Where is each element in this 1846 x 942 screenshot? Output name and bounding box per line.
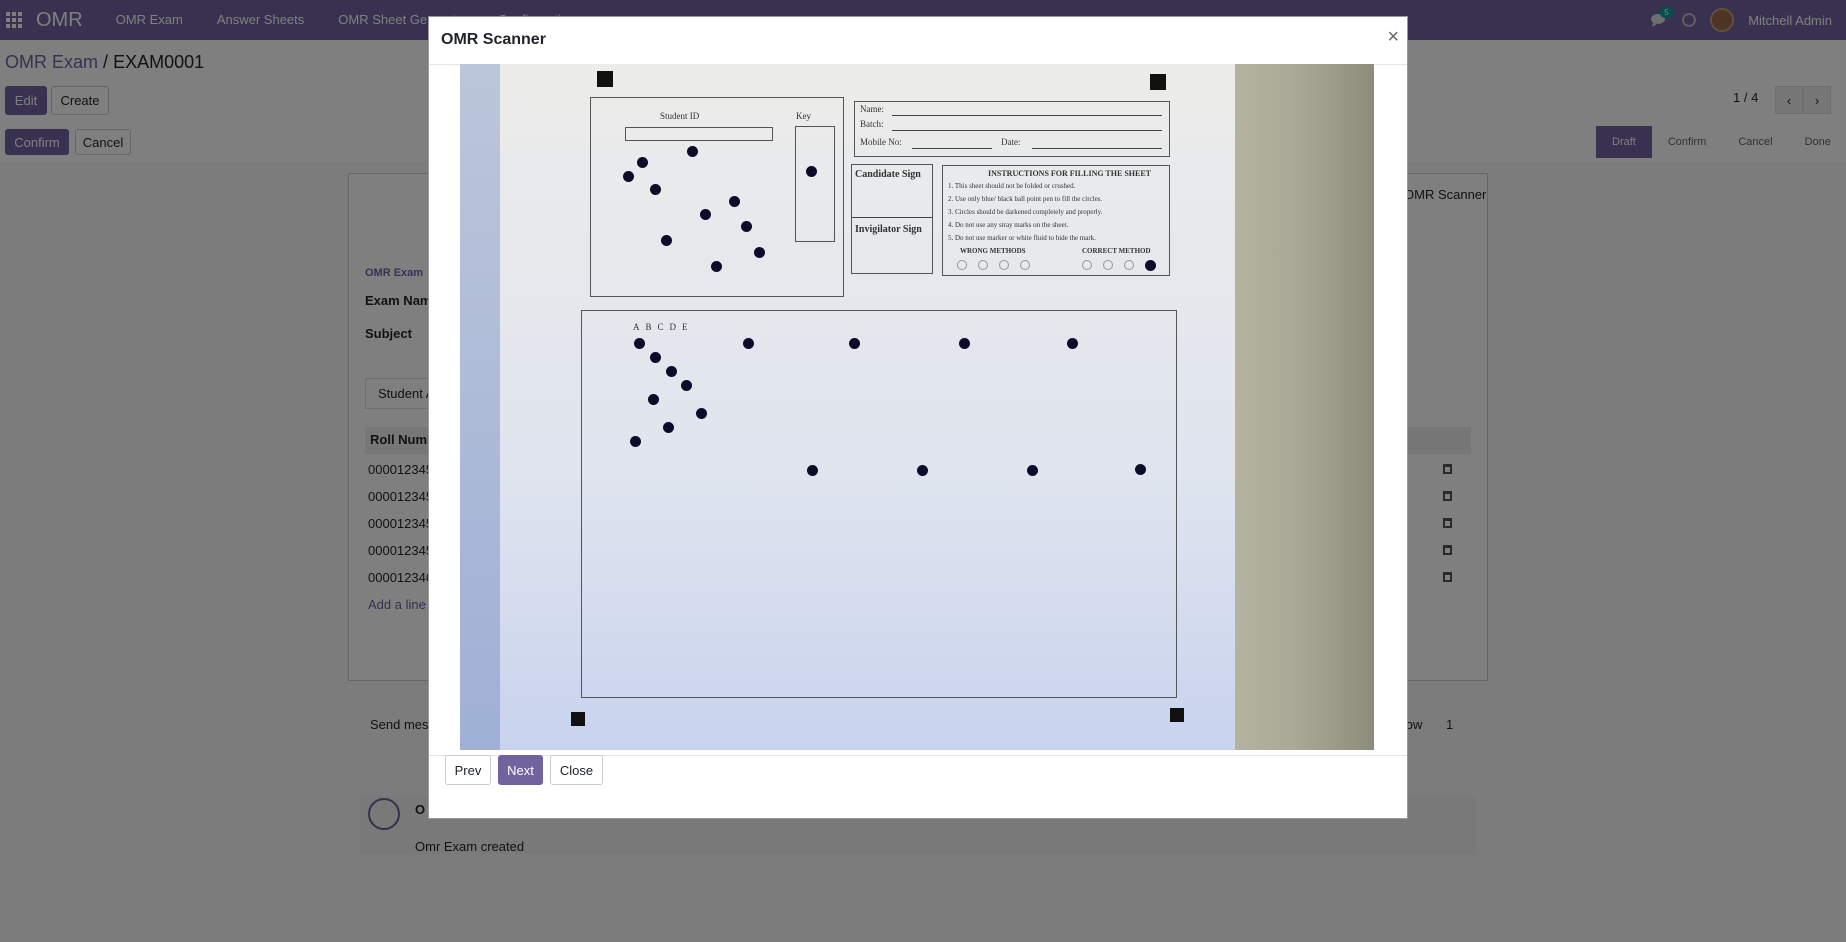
wrong-method-bubble — [999, 260, 1009, 270]
filled-bubble — [741, 221, 752, 232]
close-icon[interactable]: × — [1387, 26, 1399, 49]
choice-header: ABCDE — [633, 322, 694, 332]
correct-method-label: CORRECT METHOD — [1082, 247, 1151, 255]
next-button[interactable]: Next — [498, 755, 543, 785]
close-button[interactable]: Close — [550, 755, 603, 785]
student-id-label: Student ID — [660, 111, 700, 121]
filled-bubble — [1027, 465, 1038, 476]
choice-d: D — [669, 322, 683, 332]
instruction-item: 2. Use only blue/ black ball point pen t… — [948, 195, 1103, 203]
filled-bubble — [630, 436, 641, 447]
correct-method-bubble — [1124, 260, 1134, 270]
filled-bubble — [917, 465, 928, 476]
filled-bubble — [807, 465, 818, 476]
modal-header: OMR Scanner × — [429, 17, 1407, 65]
filled-bubble — [687, 146, 698, 157]
corner-marker — [1150, 74, 1166, 90]
batch-label: Batch: — [860, 119, 884, 129]
key-column — [795, 126, 835, 242]
choice-b: B — [645, 322, 658, 332]
filled-bubble — [743, 338, 754, 349]
filled-bubble — [650, 184, 661, 195]
batch-line — [892, 130, 1162, 131]
name-line — [892, 115, 1162, 116]
filled-bubble — [700, 209, 711, 220]
filled-bubble — [681, 380, 692, 391]
filled-bubble — [696, 408, 707, 419]
invigilator-sign-label: Invigilator Sign — [855, 224, 922, 235]
wrong-method-bubble — [978, 260, 988, 270]
correct-method-bubble — [1103, 260, 1113, 270]
wrong-method-bubble — [1020, 260, 1030, 270]
filled-bubble — [806, 166, 817, 177]
filled-bubble — [663, 422, 674, 433]
wrong-method-bubble — [957, 260, 967, 270]
filled-bubble — [650, 352, 661, 363]
instruction-item: 1. This sheet should not be folded or cr… — [948, 182, 1076, 190]
filled-bubble — [661, 235, 672, 246]
date-label: Date: — [1001, 137, 1021, 147]
student-id-entry-row — [625, 127, 773, 141]
correct-method-bubble — [1082, 260, 1092, 270]
date-line — [1032, 148, 1162, 149]
instruction-item: 3. Circles should be darkened completely… — [948, 208, 1103, 216]
scan-background — [1224, 64, 1374, 750]
filled-bubble — [623, 171, 634, 182]
filled-bubble — [959, 338, 970, 349]
signature-divider — [851, 217, 933, 218]
scanned-omr-image: Student ID Key Name: Batch: Mobile No: D… — [460, 64, 1374, 750]
name-label: Name: — [860, 104, 884, 114]
signature-box — [851, 164, 933, 274]
instruction-item: 5. Do not use marker or white fluid to h… — [948, 234, 1096, 242]
corner-marker — [1170, 708, 1184, 722]
mobile-label: Mobile No: — [860, 137, 902, 147]
instructions-title: INSTRUCTIONS FOR FILLING THE SHEET — [988, 169, 1152, 178]
filled-bubble — [634, 338, 645, 349]
wrong-methods-label: WRONG METHODS — [960, 247, 1026, 255]
mobile-line — [912, 148, 992, 149]
key-label: Key — [796, 111, 811, 121]
candidate-sign-label: Candidate Sign — [855, 169, 921, 180]
choice-a: A — [633, 322, 646, 332]
corner-marker — [597, 71, 613, 87]
omr-sheet-paper: Student ID Key Name: Batch: Mobile No: D… — [500, 64, 1235, 750]
correct-method-bubble — [1145, 260, 1156, 271]
choice-c: C — [657, 322, 670, 332]
choice-e: E — [682, 322, 694, 332]
modal-title: OMR Scanner — [441, 31, 546, 48]
filled-bubble — [666, 366, 677, 377]
filled-bubble — [754, 247, 765, 258]
instruction-item: 4. Do not use any stray marks on the she… — [948, 221, 1069, 229]
filled-bubble — [849, 338, 860, 349]
filled-bubble — [711, 261, 722, 272]
prev-button[interactable]: Prev — [445, 755, 491, 785]
filled-bubble — [1135, 464, 1146, 475]
filled-bubble — [1067, 338, 1078, 349]
corner-marker — [571, 712, 585, 726]
filled-bubble — [637, 157, 648, 168]
filled-bubble — [729, 196, 740, 207]
filled-bubble — [648, 394, 659, 405]
